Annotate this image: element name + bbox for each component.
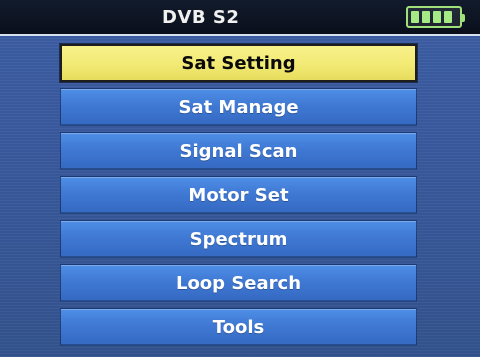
battery-tip xyxy=(461,14,465,22)
menu-item-label: Sat Setting xyxy=(181,52,296,74)
menu-item-label: Tools xyxy=(212,316,265,338)
menu-item-tools[interactable]: Tools xyxy=(60,308,417,346)
menu-item-label: Signal Scan xyxy=(179,140,298,162)
battery-cell xyxy=(433,11,441,23)
menu-item-sat-setting[interactable]: Sat Setting xyxy=(60,44,417,82)
menu-item-spectrum[interactable]: Spectrum xyxy=(60,220,417,258)
battery-cell xyxy=(411,11,419,23)
battery-cell xyxy=(444,11,452,23)
battery-icon xyxy=(406,6,465,28)
menu-item-label: Spectrum xyxy=(189,228,288,250)
main-menu: Sat Setting Sat Manage Signal Scan Motor… xyxy=(60,44,417,346)
menu-item-sat-manage[interactable]: Sat Manage xyxy=(60,88,417,126)
battery-cell xyxy=(422,11,430,23)
menu-item-loop-search[interactable]: Loop Search xyxy=(60,264,417,302)
menu-item-label: Motor Set xyxy=(188,184,289,206)
menu-item-signal-scan[interactable]: Signal Scan xyxy=(60,132,417,170)
menu-item-label: Loop Search xyxy=(175,272,302,294)
title-bar: DVB S2 xyxy=(0,0,480,36)
menu-item-motor-set[interactable]: Motor Set xyxy=(60,176,417,214)
device-screen: DVB S2 Sat Setting Sat Manage Signal Sca… xyxy=(0,0,480,357)
menu-item-label: Sat Manage xyxy=(178,96,299,118)
page-title: DVB S2 xyxy=(162,7,240,28)
